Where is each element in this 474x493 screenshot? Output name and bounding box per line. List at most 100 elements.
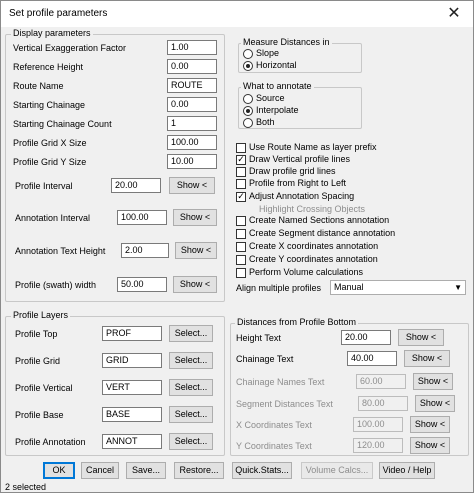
segment-distances-field: 80.00 (358, 396, 408, 411)
annotation-spacing-checkbox[interactable]: ✓ (236, 191, 246, 202)
source-radio[interactable] (243, 94, 253, 104)
save-button[interactable]: Save... (126, 462, 166, 479)
route-prefix-checkbox[interactable] (236, 143, 246, 153)
profile-layers-legend: Profile Layers (11, 310, 71, 320)
grid-lines-label: Draw profile grid lines (249, 166, 336, 176)
chainage-names-show-button[interactable]: Show < (413, 373, 453, 390)
volume-calculations-checkbox[interactable] (236, 268, 246, 278)
segment-distance-label: Create Segment distance annotation (249, 228, 396, 238)
grid-y-size-label: Profile Grid Y Size (13, 157, 87, 167)
volume-calcs-button: Volume Calcs... (301, 462, 373, 479)
swath-width-label: Profile (swath) width (15, 280, 97, 290)
x-coordinates-checkbox[interactable] (236, 242, 246, 252)
segment-distances-label: Segment Distances Text (236, 399, 333, 409)
interpolate-radio[interactable] (243, 106, 253, 116)
vertical-exaggeration-label: Vertical Exaggeration Factor (13, 43, 127, 53)
chainage-names-label: Chainage Names Text (236, 377, 325, 387)
starting-chainage-field[interactable]: 0.00 (167, 97, 217, 112)
layer-field-grid[interactable]: GRID (102, 353, 162, 368)
starting-chainage-count-label: Starting Chainage Count (13, 119, 112, 129)
segment-distance-checkbox[interactable] (236, 229, 246, 239)
align-profiles-select[interactable]: Manual ▼ (330, 280, 466, 295)
layer-label-annotation: Profile Annotation (15, 437, 86, 447)
right-to-left-checkbox[interactable] (236, 179, 246, 189)
cancel-button[interactable]: Cancel (81, 462, 119, 479)
layer-select-button-base[interactable]: Select... (169, 406, 213, 423)
check-icon: ✓ (237, 191, 245, 201)
display-parameters-legend: Display parameters (11, 28, 93, 38)
profile-interval-show-button[interactable]: Show < (169, 177, 215, 194)
restore-button[interactable]: Restore... (174, 462, 224, 479)
height-text-show-button[interactable]: Show < (398, 329, 444, 346)
reference-height-field[interactable]: 0.00 (167, 59, 217, 74)
starting-chainage-label: Starting Chainage (13, 100, 86, 110)
height-text-field[interactable]: 20.00 (341, 330, 391, 345)
vertical-exaggeration-field[interactable]: 1.00 (167, 40, 217, 55)
route-prefix-label: Use Route Name as layer prefix (249, 142, 377, 152)
grid-y-size-field[interactable]: 10.00 (167, 154, 217, 169)
interpolate-radio-label: Interpolate (256, 105, 299, 115)
x-coordinates-text-label: X Coordinates Text (236, 420, 312, 430)
reference-height-label: Reference Height (13, 62, 84, 72)
align-profiles-label: Align multiple profiles (236, 283, 322, 293)
horizontal-radio[interactable] (243, 61, 253, 71)
video-help-button[interactable]: Video / Help (379, 462, 435, 479)
what-to-annotate-legend: What to annotate (241, 81, 314, 91)
both-radio-label: Both (256, 117, 275, 127)
layer-field-top[interactable]: PROF (102, 326, 162, 341)
title-bar: Set profile parameters ✕ (1, 1, 473, 27)
annotation-interval-label: Annotation Interval (15, 213, 91, 223)
dialog-window: Set profile parameters ✕ Display paramet… (0, 0, 474, 493)
close-button[interactable]: ✕ (445, 5, 463, 23)
route-name-label: Route Name (13, 81, 64, 91)
layer-field-annotation[interactable]: ANNOT (102, 434, 162, 449)
right-to-left-label: Profile from Right to Left (249, 178, 347, 188)
profile-interval-label: Profile Interval (15, 181, 73, 191)
annotation-interval-show-button[interactable]: Show < (173, 209, 217, 226)
slope-radio[interactable] (243, 49, 253, 59)
source-radio-label: Source (256, 93, 285, 103)
named-sections-label: Create Named Sections annotation (249, 215, 390, 225)
both-radio[interactable] (243, 118, 253, 128)
swath-width-field[interactable]: 50.00 (117, 277, 167, 292)
highlight-crossing-label: Highlight Crossing Objects (259, 204, 366, 214)
segment-distances-show-button[interactable]: Show < (415, 395, 455, 412)
x-coordinates-show-button[interactable]: Show < (410, 416, 450, 433)
y-coordinates-label: Create Y coordinates annotation (249, 254, 378, 264)
y-coordinates-show-button[interactable]: Show < (410, 437, 450, 454)
quick-stats-button[interactable]: Quick.Stats... (232, 462, 292, 479)
chainage-text-label: Chainage Text (236, 354, 294, 364)
starting-chainage-count-field[interactable]: 1 (167, 116, 217, 131)
layer-label-vertical: Profile Vertical (15, 383, 73, 393)
chainage-text-show-button[interactable]: Show < (404, 350, 450, 367)
vertical-lines-label: Draw Vertical profile lines (249, 154, 351, 164)
y-coordinates-checkbox[interactable] (236, 255, 246, 265)
profile-interval-field[interactable]: 20.00 (111, 178, 161, 193)
annotation-text-height-show-button[interactable]: Show < (175, 242, 217, 259)
slope-radio-label: Slope (256, 48, 280, 58)
layer-label-grid: Profile Grid (15, 356, 61, 366)
route-name-field[interactable]: ROUTE (167, 78, 217, 93)
layer-select-button-top[interactable]: Select... (169, 325, 213, 342)
grid-x-size-field[interactable]: 100.00 (167, 135, 217, 150)
layer-select-button-grid[interactable]: Select... (169, 352, 213, 369)
distances-legend: Distances from Profile Bottom (235, 317, 359, 327)
horizontal-radio-label: Horizontal (256, 60, 297, 70)
annotation-text-height-field[interactable]: 2.00 (121, 243, 169, 258)
vertical-lines-checkbox[interactable]: ✓ (236, 154, 246, 165)
align-profiles-value: Manual (334, 282, 364, 292)
y-coordinates-text-label: Y Coordinates Text (236, 441, 312, 451)
layer-select-button-vertical[interactable]: Select... (169, 379, 213, 396)
grid-lines-checkbox[interactable] (236, 167, 246, 177)
layer-field-base[interactable]: BASE (102, 407, 162, 422)
status-text: 2 selected (5, 482, 47, 492)
swath-width-show-button[interactable]: Show < (173, 276, 217, 293)
chainage-text-field[interactable]: 40.00 (347, 351, 397, 366)
ok-button[interactable]: OK (43, 462, 75, 479)
dialog-title: Set profile parameters (9, 8, 108, 19)
layer-field-vertical[interactable]: VERT (102, 380, 162, 395)
layer-select-button-annotation[interactable]: Select... (169, 433, 213, 450)
annotation-interval-field[interactable]: 100.00 (117, 210, 167, 225)
y-coordinates-text-field: 120.00 (353, 438, 403, 453)
named-sections-checkbox[interactable] (236, 216, 246, 226)
